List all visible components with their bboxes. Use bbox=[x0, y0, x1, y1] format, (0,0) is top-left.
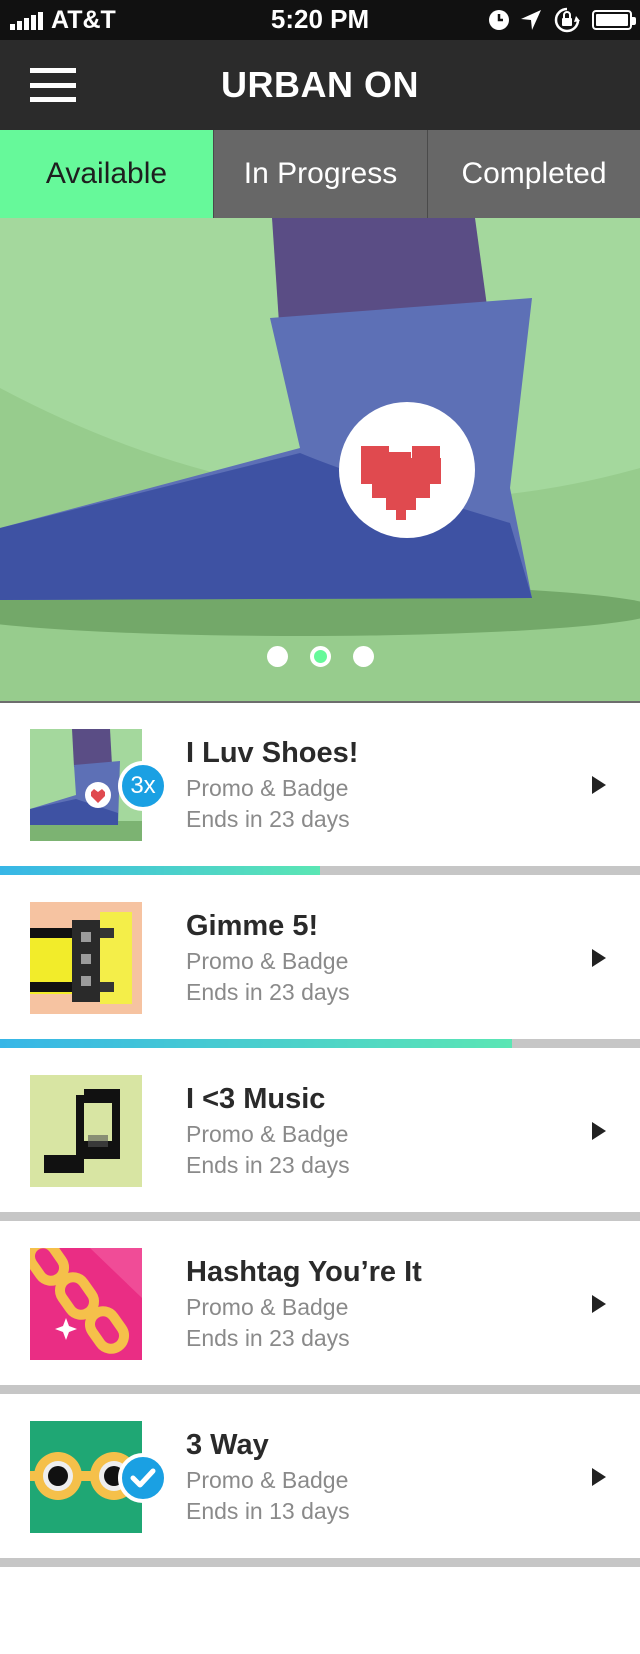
boot-illustration bbox=[0, 218, 640, 701]
promo-subtitle: Promo & Badge bbox=[186, 1467, 349, 1493]
promo-title: I <3 Music bbox=[186, 1083, 326, 1115]
list-item[interactable]: Gimme 5! Promo & Badge Ends in 23 days bbox=[0, 878, 640, 1051]
chain-thumbnail bbox=[30, 1248, 142, 1360]
glasses-thumbnail bbox=[30, 1421, 168, 1533]
list-item[interactable]: 3x I Luv Shoes! Promo & Badge Ends in 23… bbox=[0, 705, 640, 878]
app-header: URBAN ON bbox=[0, 40, 640, 130]
status-bar: AT&T 5:20 PM bbox=[0, 0, 640, 40]
promo-title: Gimme 5! bbox=[186, 910, 319, 942]
shoe-thumbnail: 3x bbox=[30, 729, 168, 841]
promo-subtitle: Promo & Badge bbox=[186, 775, 349, 801]
list-item[interactable]: 3 Way Promo & Badge Ends in 13 days bbox=[0, 1397, 640, 1570]
progress-bar bbox=[0, 1212, 640, 1224]
tab-in-progress[interactable]: In Progress bbox=[213, 130, 427, 218]
tab-completed[interactable]: Completed bbox=[427, 130, 640, 218]
promo-list: 3x I Luv Shoes! Promo & Badge Ends in 23… bbox=[0, 705, 640, 1570]
promo-ends: Ends in 23 days bbox=[186, 806, 350, 832]
tab-available[interactable]: Available bbox=[0, 130, 213, 218]
battery-icon bbox=[592, 10, 636, 30]
promo-title: 3 Way bbox=[186, 1429, 269, 1461]
alarm-clock-icon bbox=[489, 10, 509, 30]
tab-bar: Available In Progress Completed bbox=[0, 130, 640, 218]
promo-ends: Ends in 23 days bbox=[186, 1152, 350, 1178]
promo-ends: Ends in 23 days bbox=[186, 979, 350, 1005]
promo-carousel[interactable] bbox=[0, 218, 640, 703]
promo-ends: Ends in 23 days bbox=[186, 1325, 350, 1351]
carousel-dot-3[interactable] bbox=[352, 646, 374, 667]
progress-bar bbox=[0, 1385, 640, 1397]
app-title: URBAN ON bbox=[221, 64, 419, 105]
promo-subtitle: Promo & Badge bbox=[186, 1294, 349, 1320]
status-icons bbox=[478, 7, 636, 33]
high-five-thumbnail bbox=[30, 902, 142, 1014]
list-item[interactable]: I <3 Music Promo & Badge Ends in 23 days bbox=[0, 1051, 640, 1224]
rotation-lock-icon bbox=[554, 7, 580, 33]
promo-subtitle: Promo & Badge bbox=[186, 1121, 349, 1147]
promo-title: I Luv Shoes! bbox=[186, 737, 359, 769]
multiplier-badge: 3x bbox=[118, 761, 168, 811]
completed-check-icon bbox=[118, 1453, 168, 1503]
progress-bar bbox=[0, 1558, 640, 1570]
carousel-dot-2[interactable] bbox=[309, 646, 331, 667]
progress-bar bbox=[0, 1039, 640, 1051]
chevron-right-icon[interactable] bbox=[592, 1295, 606, 1313]
carousel-dots bbox=[0, 646, 640, 667]
music-note-thumbnail bbox=[30, 1075, 142, 1187]
promo-subtitle: Promo & Badge bbox=[186, 948, 349, 974]
location-arrow-icon bbox=[521, 10, 541, 30]
promo-ends: Ends in 13 days bbox=[186, 1498, 350, 1524]
list-item[interactable]: Hashtag You’re It Promo & Badge Ends in … bbox=[0, 1224, 640, 1397]
promo-title: Hashtag You’re It bbox=[186, 1256, 422, 1288]
progress-bar bbox=[0, 866, 640, 878]
chevron-right-icon[interactable] bbox=[592, 1468, 606, 1486]
chevron-right-icon[interactable] bbox=[592, 776, 606, 794]
carousel-dot-1[interactable] bbox=[266, 646, 288, 667]
chevron-right-icon[interactable] bbox=[592, 949, 606, 967]
chevron-right-icon[interactable] bbox=[592, 1122, 606, 1140]
progress-fill bbox=[0, 1039, 512, 1048]
progress-fill bbox=[0, 866, 320, 875]
